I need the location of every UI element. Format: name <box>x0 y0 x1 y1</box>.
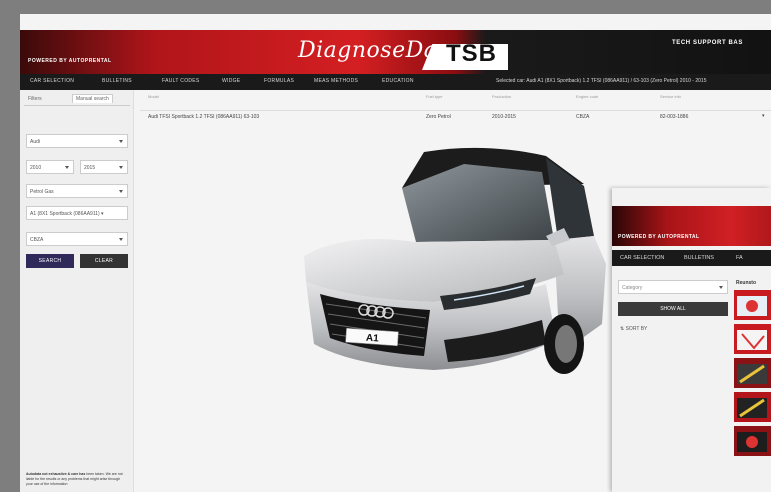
chevron-down-icon <box>119 166 123 169</box>
fuel-select-value: Petrol Gas <box>30 189 54 195</box>
tech-support-tagline: TECH SUPPORT BAS <box>672 40 743 46</box>
chevron-down-icon <box>65 166 69 169</box>
nav-widge[interactable]: WIDGE <box>222 78 240 84</box>
car-image: A1 <box>304 147 606 374</box>
chevron-down-icon <box>119 140 123 143</box>
disclaimer-text: Autodata not exhaustive & care has been … <box>26 472 126 487</box>
bulletin-thumbnail[interactable] <box>734 324 771 354</box>
cell-model: Audi TFSI Sportback 1.2 TFSI (086AA911) … <box>148 114 260 120</box>
tsb-logo-text[interactable]: TSB <box>446 40 497 68</box>
overlay-header-banner <box>612 206 771 246</box>
license-plate-text: A1 <box>366 333 380 345</box>
col-header-fuel[interactable]: Fuel type <box>426 94 442 99</box>
bulletin-thumbnail[interactable] <box>734 358 771 388</box>
cell-production: 2010-2015 <box>492 114 516 120</box>
year-to-value: 2015 <box>84 165 96 171</box>
overlay-nav: CAR SELECTION BULLETINS FA <box>612 250 771 266</box>
header-divider <box>140 110 771 111</box>
clear-button[interactable]: CLEAR <box>80 254 128 268</box>
nav-fault-codes[interactable]: FAULT CODES <box>162 78 200 84</box>
car-side-window <box>546 158 594 240</box>
overlay-nav-bulletins[interactable]: BULLETINS <box>684 255 714 261</box>
category-select-value: Category <box>622 285 643 291</box>
main-nav: CAR SELECTION BULLETINS FAULT CODES WIDG… <box>20 74 771 90</box>
selected-vehicle-text: Selected car: Audi A1 (8X1 Sportback) 1.… <box>496 78 707 84</box>
bulletin-thumbnail[interactable] <box>734 426 771 456</box>
overlay-powered-by: POWERED BY AUTOPRENTAL <box>618 234 700 240</box>
tab-manual-search[interactable]: Manual search <box>72 94 113 103</box>
make-select-value: Audi <box>30 139 41 145</box>
model-select[interactable]: A1 (8X1 Sportback (086AA911) ▾ <box>26 206 128 220</box>
nav-formulas[interactable]: FORMULAS <box>264 78 294 84</box>
engine-select[interactable]: CBZA <box>26 232 128 246</box>
col-header-production[interactable]: Production <box>492 94 511 99</box>
chevron-down-icon <box>119 238 123 241</box>
tab-filters[interactable]: Filters <box>28 96 42 102</box>
category-select[interactable]: Category <box>618 280 728 294</box>
search-button[interactable]: SEARCH <box>26 254 74 268</box>
chevron-down-icon <box>719 286 723 289</box>
chevron-down-icon[interactable]: ▾ <box>762 113 765 119</box>
cell-fuel: Zero Petrol <box>426 114 451 120</box>
search-sidebar: Filters Manual search Audi 2010 2015 Pet… <box>20 90 134 492</box>
col-header-engine[interactable]: Engine code <box>576 94 598 99</box>
nav-education[interactable]: EDUCATION <box>382 78 414 84</box>
col-header-model[interactable]: Model <box>148 94 159 99</box>
powered-by-text: POWERED BY AUTOPRENTAL <box>28 58 112 64</box>
engine-select-value: CBZA <box>30 237 44 243</box>
bulletin-thumbnail[interactable] <box>734 290 771 320</box>
overlay-nav-car-selection[interactable]: CAR SELECTION <box>620 255 664 261</box>
nav-meas-methods[interactable]: MEAS METHODS <box>314 78 358 84</box>
disclaimer-bold: Autodata not exhaustive & care has <box>26 472 86 476</box>
header-banner: POWERED BY AUTOPRENTAL DiagnoseDan TSB T… <box>20 30 771 74</box>
sort-by-label: SORT BY <box>625 326 648 332</box>
overlay-nav-fault[interactable]: FA <box>736 255 743 261</box>
year-to-select[interactable]: 2015 <box>80 160 128 174</box>
secondary-screenshot: POWERED BY AUTOPRENTAL CAR SELECTION BUL… <box>612 188 771 492</box>
year-from-select[interactable]: 2010 <box>26 160 74 174</box>
results-table: Model Fuel type Production Engine code S… <box>140 94 771 124</box>
sort-by-control[interactable]: ⇅ SORT BY <box>620 326 647 332</box>
results-heading: Reunsto <box>736 280 756 286</box>
chevron-down-icon <box>119 190 123 193</box>
make-select[interactable]: Audi <box>26 134 128 148</box>
nav-car-selection[interactable]: CAR SELECTION <box>30 78 74 84</box>
cell-service: 82-003-1886 <box>660 114 689 120</box>
year-from-value: 2010 <box>30 165 42 171</box>
fuel-select[interactable]: Petrol Gas <box>26 184 128 198</box>
col-header-service[interactable]: Service info <box>660 94 681 99</box>
bulletin-thumbnail[interactable] <box>734 392 771 422</box>
show-all-button[interactable]: SHOW ALL <box>618 302 728 316</box>
model-select-value: A1 (8X1 Sportback (086AA911) ▾ <box>30 211 104 217</box>
cell-engine: CBZA <box>576 114 590 120</box>
nav-bulletins[interactable]: BULLETINS <box>102 78 132 84</box>
sidebar-tabs: Filters Manual search <box>24 94 130 106</box>
